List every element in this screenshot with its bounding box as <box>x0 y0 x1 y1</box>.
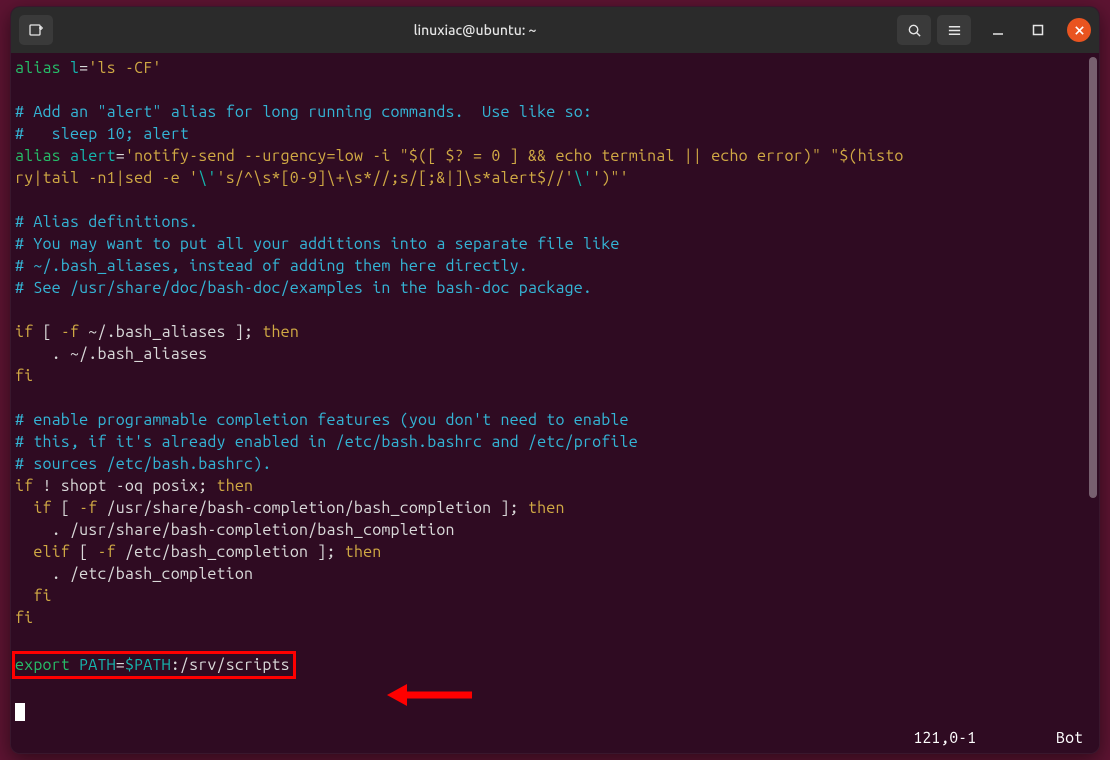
search-button[interactable] <box>897 15 931 45</box>
titlebar: linuxiac@ubuntu: ~ <box>11 7 1099 53</box>
scroll-indicator: Bot <box>1056 729 1083 747</box>
scrollbar[interactable] <box>1089 57 1097 725</box>
new-tab-button[interactable] <box>19 15 53 45</box>
minimize-icon <box>992 24 1004 36</box>
maximize-button[interactable] <box>1025 17 1051 43</box>
menu-button[interactable] <box>937 15 971 45</box>
scrollbar-thumb[interactable] <box>1089 57 1097 498</box>
close-icon <box>1074 25 1085 36</box>
cursor-position: 121,0-1 <box>913 729 976 747</box>
terminal-body[interactable]: alias l='ls -CF' # Add an "alert" alias … <box>11 53 1099 753</box>
terminal-window: linuxiac@ubuntu: ~ <box>10 6 1100 754</box>
search-icon <box>907 23 922 38</box>
terminal-content: alias l='ls -CF' # Add an "alert" alias … <box>15 57 1093 723</box>
close-button[interactable] <box>1067 18 1091 42</box>
minimize-button[interactable] <box>985 17 1011 43</box>
maximize-icon <box>1032 24 1044 36</box>
window-title: linuxiac@ubuntu: ~ <box>53 22 897 38</box>
vim-statusline: 121,0-1 Bot <box>17 727 1093 749</box>
hamburger-icon <box>947 23 962 38</box>
new-tab-icon <box>28 22 44 38</box>
highlighted-line: export PATH=$PATH:/srv/scripts <box>12 651 296 679</box>
cursor <box>15 703 25 721</box>
